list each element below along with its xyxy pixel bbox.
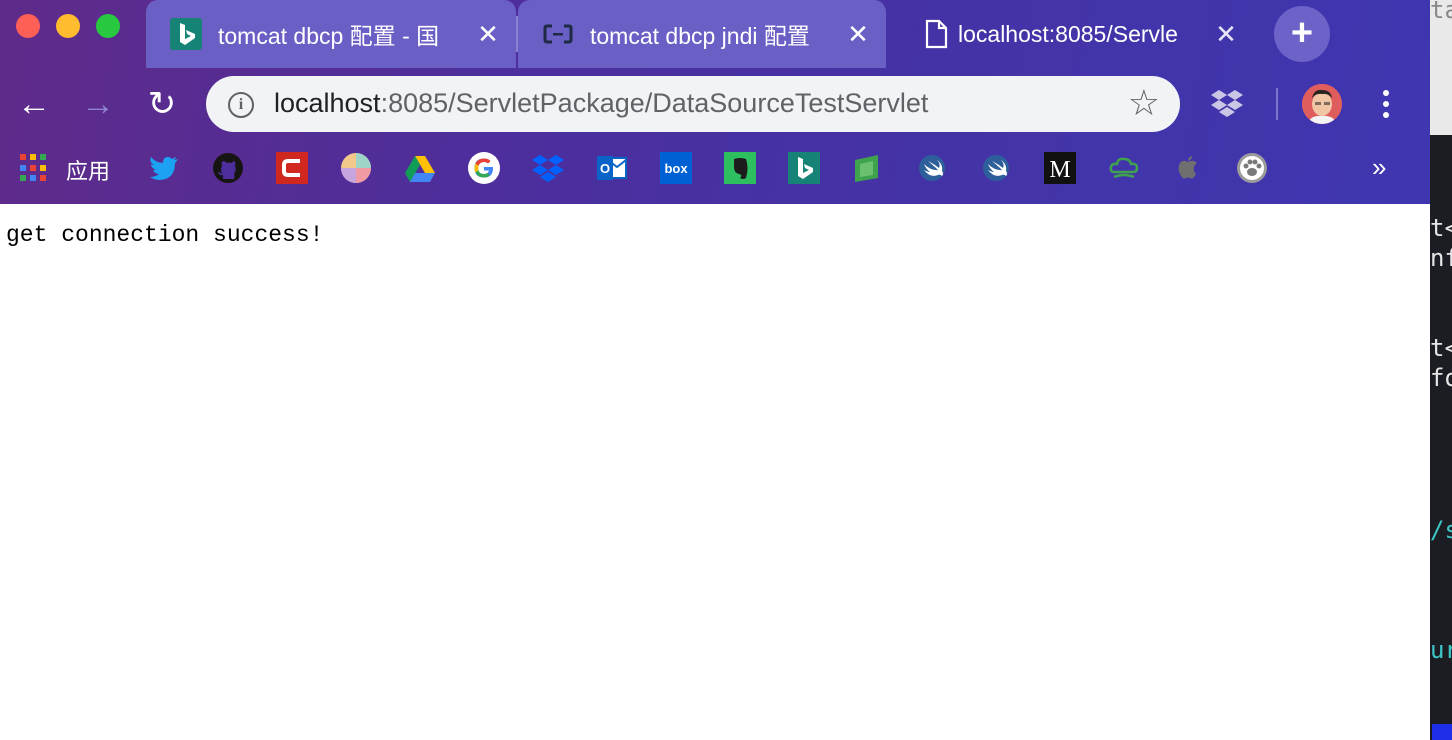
apps-grid-icon[interactable] [20,154,48,182]
color-wheel-icon[interactable] [340,152,372,184]
close-tab-icon[interactable]: ✕ [844,20,872,48]
editor-text: fo [1430,364,1452,392]
editor-text: ta [1430,0,1452,24]
new-tab-button[interactable]: + [1274,6,1330,62]
bookmarks-bar: 应用 O box M » [0,152,1430,186]
forward-button[interactable]: → [78,84,118,124]
tab-title: localhost:8085/Servle [958,20,1178,47]
paw-icon[interactable] [1236,152,1268,184]
dropbox-extension-icon[interactable] [1210,88,1244,118]
close-tab-icon[interactable]: ✕ [474,20,502,48]
apps-label[interactable]: 应用 [66,154,110,186]
editor-text: nf [1430,244,1452,272]
c-app-icon[interactable] [276,152,308,184]
medium-label: M [1049,157,1070,183]
document-icon [925,19,948,49]
bing-icon [170,18,202,50]
address-bar[interactable]: i localhost:8085/ServletPackage/DataSour… [206,76,1180,132]
outlook-icon[interactable]: O [596,152,628,184]
alibaba-cloud-icon [543,24,573,44]
medium-icon[interactable]: M [1044,152,1076,184]
editor-text: t< [1430,214,1452,242]
swift-icon-2[interactable] [980,152,1012,184]
editor-status-indicator [1432,724,1452,740]
apple-icon[interactable] [1172,152,1204,184]
box-label: box [664,161,688,176]
page-body-text: get connection success! [6,222,324,248]
box-icon[interactable]: box [660,152,692,184]
google-drive-icon[interactable] [404,152,436,184]
editor-text: /s [1430,516,1452,544]
chrome-menu-button[interactable] [1372,84,1400,124]
bookmarks-overflow-button[interactable]: » [1372,152,1386,183]
browser-window: tomcat dbcp 配置 - 国 ✕ tomcat dbcp jndi 配置… [0,0,1430,740]
site-info-icon[interactable]: i [228,92,254,118]
tab-title: tomcat dbcp 配置 - 国 [218,23,440,49]
close-tab-icon[interactable]: ✕ [1212,20,1240,48]
evernote-icon[interactable] [724,152,756,184]
avatar[interactable] [1302,84,1342,124]
outlook-label: O [600,161,610,176]
page-content: get connection success! [0,204,1430,740]
background-editor-window: ta t< nf t< fo /s ur [1430,0,1452,740]
back-button[interactable]: ← [14,84,54,124]
twitter-icon[interactable] [148,152,180,184]
google-icon[interactable] [468,152,500,184]
reload-button[interactable]: ↻ [142,84,182,124]
bookmark-star-icon[interactable]: ☆ [1128,82,1160,124]
green-app-icon[interactable] [852,152,884,184]
tab-localhost-servlet[interactable]: localhost:8085/Servle ✕ [896,0,1256,68]
url-path: :8085/ServletPackage/DataSourceTestServl… [380,88,929,118]
bing-icon[interactable] [788,152,820,184]
github-icon[interactable] [212,152,244,184]
url-host: localhost [274,88,381,118]
editor-text: ur [1430,636,1452,664]
maximize-window-button[interactable] [96,14,120,38]
editor-text: t< [1430,334,1452,362]
dropbox-icon[interactable] [532,152,564,184]
tab-title: tomcat dbcp jndi 配置 [590,23,810,49]
browser-chrome: tomcat dbcp 配置 - 国 ✕ tomcat dbcp jndi 配置… [0,0,1430,204]
close-window-button[interactable] [16,14,40,38]
minimize-window-button[interactable] [56,14,80,38]
tab-bing-search[interactable]: tomcat dbcp 配置 - 国 ✕ [146,0,516,68]
url-text[interactable]: localhost:8085/ServletPackage/DataSource… [274,88,928,119]
toolbar-separator [1276,88,1278,120]
tab-alibaba-cloud[interactable]: tomcat dbcp jndi 配置 ✕ [518,0,886,68]
swift-icon[interactable] [916,152,948,184]
cloud-app-icon[interactable] [1108,152,1140,184]
